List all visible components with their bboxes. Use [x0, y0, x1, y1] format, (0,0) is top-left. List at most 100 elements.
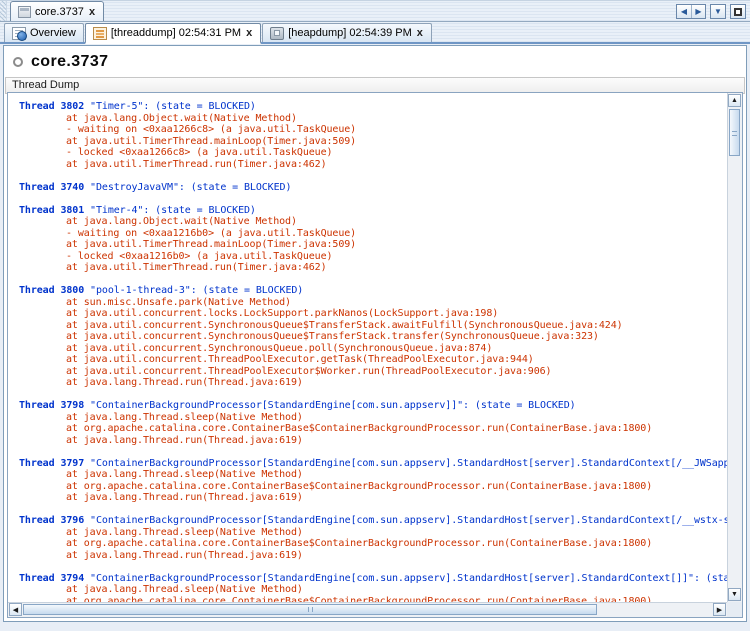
title-row: core.3737 [4, 46, 746, 74]
content-panel: core.3737 Thread Dump Thread 3802 "Timer… [3, 45, 747, 622]
heapdump-icon [270, 27, 284, 40]
close-icon[interactable]: x [88, 7, 96, 17]
scroll-tabs-right-button[interactable]: ▶ [691, 5, 705, 18]
stack-frame-line: at java.util.TimerThread.mainLoop(Timer.… [66, 239, 727, 251]
maximize-container [730, 4, 746, 19]
thread-id: Thread 3801 [19, 205, 84, 216]
thread-block: Thread 3798 "ContainerBackgroundProcesso… [19, 400, 727, 446]
thread-id: Thread 3796 [19, 515, 84, 526]
stack-frame-line: at java.util.concurrent.SynchronousQueue… [66, 343, 727, 355]
core-dump-icon [18, 6, 31, 18]
thread-header-line: Thread 3800 "pool-1-thread-3": (state = … [19, 285, 727, 297]
tab-scroll-group: ◀ ▶ [676, 4, 706, 19]
scroll-up-button[interactable]: ▲ [728, 94, 741, 107]
tab-threaddump-label: [threaddump] 02:54:31 PM [111, 27, 241, 39]
thread-block: Thread 3801 "Timer-4": (state = BLOCKED)… [19, 205, 727, 274]
close-icon[interactable]: x [416, 28, 424, 38]
thread-header-line: Thread 3794 "ContainerBackgroundProcesso… [19, 573, 727, 585]
scroll-right-button[interactable]: ▶ [713, 603, 726, 616]
tab-overview-label: Overview [30, 27, 76, 39]
thread-header-line: Thread 3801 "Timer-4": (state = BLOCKED) [19, 205, 727, 217]
stack-frame-line: at java.util.TimerThread.run(Timer.java:… [66, 159, 727, 171]
thread-name-state: "ContainerBackgroundProcessor[StandardEn… [84, 515, 727, 526]
stack-frame-line: at java.util.concurrent.ThreadPoolExecut… [66, 354, 727, 366]
thread-id: Thread 3800 [19, 285, 84, 296]
stack-frame-line: at org.apache.catalina.core.ContainerBas… [66, 538, 727, 550]
thread-block: Thread 3796 "ContainerBackgroundProcesso… [19, 515, 727, 561]
window-tab-label: core.3737 [35, 6, 84, 18]
thread-dump-scrollpane: Thread 3802 "Timer-5": (state = BLOCKED)… [7, 92, 743, 618]
stack-frame-line: at java.lang.Thread.sleep(Native Method) [66, 469, 727, 481]
thread-header-line: Thread 3796 "ContainerBackgroundProcesso… [19, 515, 727, 527]
tab-list-dropdown-button[interactable]: ▼ [711, 5, 725, 18]
threaddump-icon [93, 27, 107, 40]
window-tab-core-3737[interactable]: core.3737 x [10, 1, 104, 21]
stack-frame-line: - waiting on <0xaa1266c8> (a java.util.T… [66, 124, 727, 136]
scrollbar-corner [727, 602, 742, 617]
thread-name-state: "ContainerBackgroundProcessor[StandardEn… [84, 458, 727, 469]
stack-frame-line: - locked <0xaa1216b0> (a java.util.TaskQ… [66, 251, 727, 263]
stack-frame-line: at java.lang.Thread.run(Thread.java:619) [66, 377, 727, 389]
thread-name-state: "pool-1-thread-3": (state = BLOCKED) [84, 285, 303, 296]
thread-header-line: Thread 3802 "Timer-5": (state = BLOCKED) [19, 101, 727, 113]
thread-name-state: "Timer-4": (state = BLOCKED) [84, 205, 256, 216]
stack-frame-line: at org.apache.catalina.core.ContainerBas… [66, 481, 727, 493]
stack-frame-line: at java.util.TimerThread.mainLoop(Timer.… [66, 136, 727, 148]
tab-overview[interactable]: Overview [4, 23, 84, 42]
stack-frame-line: at org.apache.catalina.core.ContainerBas… [66, 423, 727, 435]
tab-heapdump-label: [heapdump] 02:54:39 PM [288, 27, 412, 39]
stack-frame-line: at java.util.TimerThread.run(Timer.java:… [66, 262, 727, 274]
drag-grip[interactable] [0, 1, 7, 21]
thread-block: Thread 3740 "DestroyJavaVM": (state = BL… [19, 182, 727, 194]
vertical-scrollbar[interactable]: ▲ ▼ [727, 93, 742, 602]
maximize-icon [734, 8, 742, 16]
stack-frame-line: at java.lang.Thread.sleep(Native Method) [66, 412, 727, 424]
stack-frame-line: - locked <0xaa1266c8> (a java.util.TaskQ… [66, 147, 727, 159]
thread-dump-text: Thread 3802 "Timer-5": (state = BLOCKED)… [8, 93, 727, 602]
thread-header-line: Thread 3798 "ContainerBackgroundProcesso… [19, 400, 727, 412]
horizontal-scrollbar[interactable]: ◀ ▶ [8, 602, 727, 617]
thread-name-state: "DestroyJavaVM": (state = BLOCKED) [84, 182, 291, 193]
thread-id: Thread 3740 [19, 182, 84, 193]
thread-name-state: "ContainerBackgroundProcessor[StandardEn… [84, 400, 575, 411]
document-tab-bar: Overview [threaddump] 02:54:31 PM x [hea… [0, 22, 750, 44]
stack-frame-line: at java.lang.Thread.run(Thread.java:619) [66, 435, 727, 447]
stack-frame-line: - waiting on <0xaa1216b0> (a java.util.T… [66, 228, 727, 240]
stack-frame-line: at java.lang.Thread.run(Thread.java:619) [66, 550, 727, 562]
thread-header-line: Thread 3740 "DestroyJavaVM": (state = BL… [19, 182, 727, 194]
tab-threaddump[interactable]: [threaddump] 02:54:31 PM x [85, 23, 261, 44]
stack-frame-line: at java.lang.Object.wait(Native Method) [66, 216, 727, 228]
close-icon[interactable]: x [245, 28, 253, 38]
stack-frame-line: at sun.misc.Unsafe.park(Native Method) [66, 297, 727, 309]
stack-frame-line: at java.util.concurrent.ThreadPoolExecut… [66, 366, 727, 378]
thread-block: Thread 3802 "Timer-5": (state = BLOCKED)… [19, 101, 727, 170]
tab-heapdump[interactable]: [heapdump] 02:54:39 PM x [262, 23, 432, 42]
horizontal-scrollbar-thumb[interactable] [23, 604, 597, 615]
overview-icon [12, 27, 26, 40]
stack-frame-line: at java.lang.Thread.run(Thread.java:619) [66, 492, 727, 504]
window-tab-controls: ◀ ▶ ▼ [676, 4, 746, 19]
thread-name-state: "ContainerBackgroundProcessor[StandardEn… [84, 573, 727, 584]
stack-frame-line: at java.lang.Thread.sleep(Native Method) [66, 584, 727, 596]
spinner-icon [13, 57, 23, 67]
vertical-scrollbar-thumb[interactable] [729, 109, 740, 156]
tab-list-dropdown: ▼ [710, 4, 726, 19]
stack-frame-line: at java.lang.Thread.sleep(Native Method) [66, 527, 727, 539]
scroll-down-button[interactable]: ▼ [728, 588, 741, 601]
page-title: core.3737 [31, 53, 108, 71]
thread-id: Thread 3797 [19, 458, 84, 469]
thread-id: Thread 3802 [19, 101, 84, 112]
scroll-tabs-left-button[interactable]: ◀ [677, 5, 691, 18]
stack-frame-line: at java.util.concurrent.locks.LockSuppor… [66, 308, 727, 320]
thread-id: Thread 3794 [19, 573, 84, 584]
maximize-window-button[interactable] [731, 5, 745, 18]
thread-header-line: Thread 3797 "ContainerBackgroundProcesso… [19, 458, 727, 470]
stack-frame-line: at java.util.concurrent.SynchronousQueue… [66, 320, 727, 332]
thread-name-state: "Timer-5": (state = BLOCKED) [84, 101, 256, 112]
thread-id: Thread 3798 [19, 400, 84, 411]
stack-frame-line: at java.util.concurrent.SynchronousQueue… [66, 331, 727, 343]
thread-block: Thread 3800 "pool-1-thread-3": (state = … [19, 285, 727, 389]
stack-frame-line: at java.lang.Object.wait(Native Method) [66, 113, 727, 125]
thread-block: Thread 3797 "ContainerBackgroundProcesso… [19, 458, 727, 504]
scroll-left-button[interactable]: ◀ [9, 603, 22, 616]
